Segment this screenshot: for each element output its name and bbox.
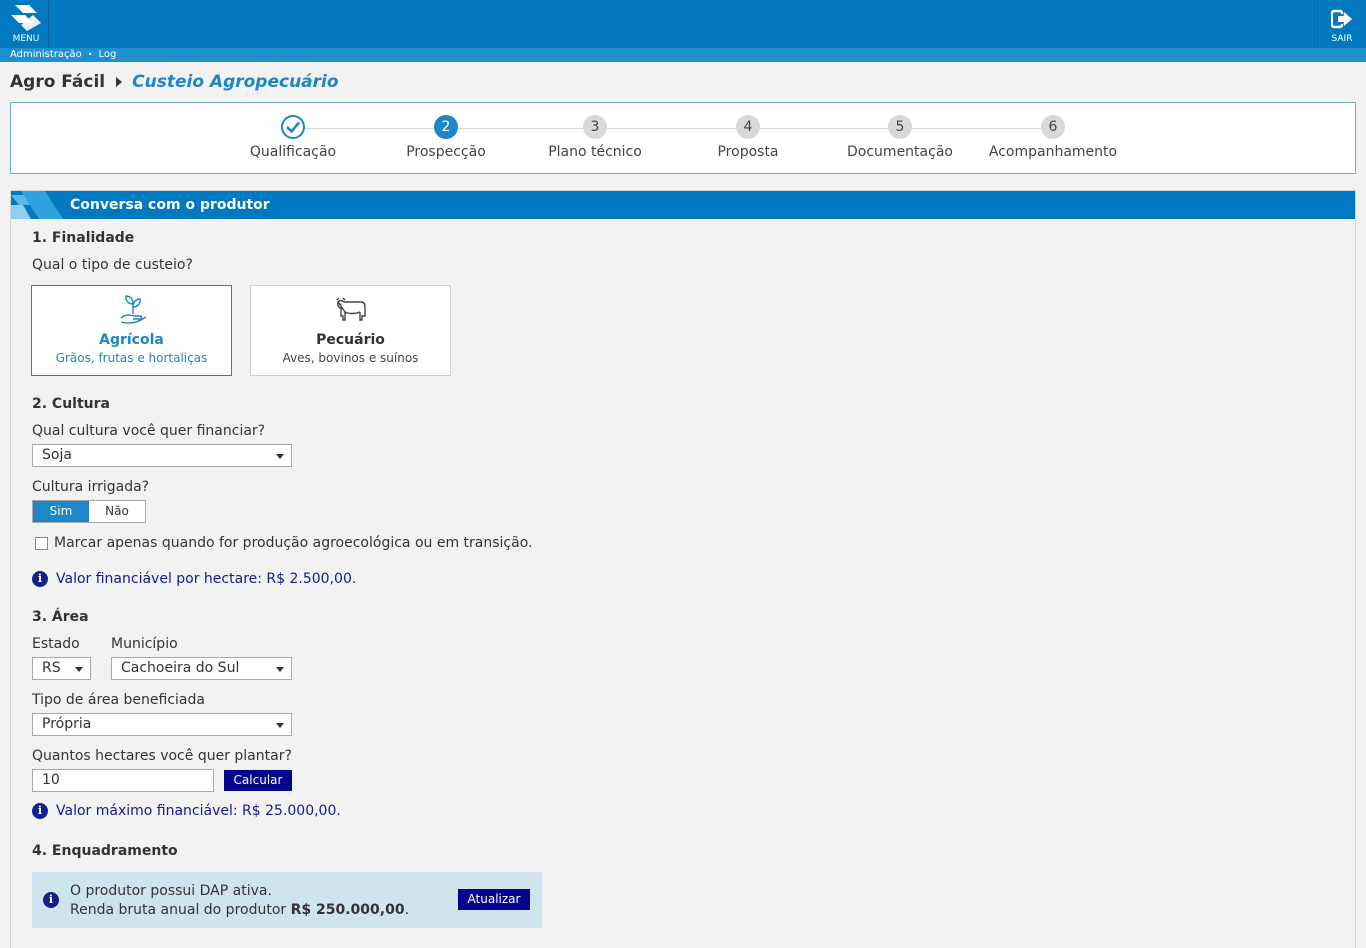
cultura-select-value: Soja	[42, 447, 72, 463]
municipio-label: Município	[111, 636, 178, 652]
chevron-down-icon	[276, 454, 284, 459]
menu-button[interactable]: MENU	[0, 0, 49, 48]
estado-label: Estado	[32, 636, 80, 652]
step-number: 2	[434, 115, 458, 139]
irrigada-question: Cultura irrigada?	[32, 479, 150, 495]
chevron-down-icon	[276, 723, 284, 728]
section-finalidade-title: 1. Finalidade	[32, 230, 135, 246]
agroeco-checkbox[interactable]	[35, 537, 48, 550]
agricola-subtitle: Grãos, frutas e hortaliças	[55, 351, 208, 365]
info-icon: i	[43, 892, 59, 908]
header-decoration-icon	[11, 191, 63, 219]
step-label: Plano técnico	[548, 144, 642, 160]
step-label: Prospecção	[406, 144, 486, 160]
progress-stepper: Qualificação 2 Prospecção 3 Plano técnic…	[10, 102, 1356, 174]
menu-label: MENU	[12, 34, 40, 44]
breadcrumb-separator: •	[87, 50, 93, 59]
section-area-title: 3. Área	[32, 609, 89, 625]
step-number: 6	[1041, 115, 1065, 139]
income-value: R$ 250.000,00	[290, 902, 405, 918]
logout-icon	[1331, 9, 1352, 29]
breadcrumb: Administração • Log	[0, 48, 1366, 62]
agricola-title: Agrícola	[99, 332, 164, 348]
page-title-main: Agro Fácil	[10, 72, 106, 92]
caret-right-icon	[116, 77, 123, 87]
municipio-select-value: Cachoeira do Sul	[121, 660, 240, 676]
step-qualificacao[interactable]: Qualificação	[218, 115, 368, 160]
pecuario-subtitle: Aves, bovinos e suínos	[282, 351, 419, 365]
irrigada-no-option[interactable]: Não	[89, 501, 145, 522]
breadcrumb-item-log[interactable]: Log	[98, 49, 116, 60]
municipio-select[interactable]: Cachoeira do Sul	[111, 657, 292, 680]
cultura-question: Qual cultura você quer financiar?	[32, 423, 266, 439]
estado-select-value: RS	[42, 660, 61, 676]
per-hectare-info-text: Valor financiável por hectare: R$ 2.500,…	[56, 571, 357, 587]
step-proposta[interactable]: 4 Proposta	[673, 115, 823, 160]
step-plano-tecnico[interactable]: 3 Plano técnico	[520, 115, 670, 160]
plant-in-hand-icon	[120, 295, 147, 324]
step-number: 5	[888, 115, 912, 139]
income-suffix: .	[404, 902, 410, 918]
hectares-label: Quantos hectares você quer plantar?	[32, 748, 292, 764]
custeio-question: Qual o tipo de custeio?	[32, 257, 193, 273]
info-icon: i	[32, 571, 48, 587]
page-title-sub: Custeio Agropecuário	[132, 72, 339, 92]
step-number: 3	[583, 115, 607, 139]
agricola-card[interactable]: Agrícola Grãos, frutas e hortaliças	[31, 285, 232, 376]
agroeco-label: Marcar apenas quando for produção agroec…	[54, 535, 533, 551]
pecuario-card[interactable]: Pecuário Aves, bovinos e suínos	[250, 285, 451, 376]
conversation-panel: Conversa com o produtor 1. Finalidade Qu…	[10, 190, 1356, 948]
irrigada-toggle: Sim Não	[32, 500, 146, 523]
section-enquadramento-title: 4. Enquadramento	[32, 843, 178, 859]
section-cultura-title: 2. Cultura	[32, 396, 110, 412]
atualizar-button[interactable]: Atualizar	[458, 889, 530, 910]
info-icon: i	[32, 803, 48, 819]
cultura-select[interactable]: Soja	[32, 444, 292, 467]
enquadramento-alert: i O produtor possui DAP ativa. Renda bru…	[32, 872, 542, 928]
income-text: Renda bruta anual do produtor R$ 250.000…	[70, 902, 409, 918]
step-documentacao[interactable]: 5 Documentação	[825, 115, 975, 160]
chevron-down-icon	[75, 667, 83, 672]
step-label: Qualificação	[249, 144, 337, 160]
per-hectare-info: i Valor financiável por hectare: R$ 2.50…	[32, 571, 356, 587]
step-acompanhamento[interactable]: 6 Acompanhamento	[978, 115, 1128, 160]
step-label: Proposta	[717, 144, 779, 160]
calcular-button[interactable]: Calcular	[224, 770, 292, 791]
hectares-input[interactable]: 10	[32, 769, 214, 792]
step-label: Documentação	[847, 144, 953, 160]
cow-icon	[336, 297, 366, 321]
check-icon	[281, 115, 305, 139]
panel-header: Conversa com o produtor	[11, 191, 1355, 219]
area-type-select-value: Própria	[42, 716, 92, 732]
step-label: Acompanhamento	[988, 144, 1118, 160]
top-bar: MENU SAIR	[0, 0, 1366, 48]
panel-title: Conversa com o produtor	[70, 197, 270, 213]
area-type-label: Tipo de área beneficiada	[32, 692, 205, 708]
max-value-info: i Valor máximo financiável: R$ 25.000,00…	[32, 803, 341, 819]
exit-label: SAIR	[1331, 34, 1353, 44]
max-value-info-text: Valor máximo financiável: R$ 25.000,00.	[56, 803, 341, 819]
irrigada-yes-option[interactable]: Sim	[33, 501, 89, 522]
bank-logo-icon	[11, 5, 41, 31]
area-type-select[interactable]: Própria	[32, 713, 292, 736]
dap-status-text: O produtor possui DAP ativa.	[70, 883, 272, 899]
step-prospeccao[interactable]: 2 Prospecção	[371, 115, 521, 160]
chevron-down-icon	[276, 667, 284, 672]
income-prefix: Renda bruta anual do produtor	[70, 902, 291, 918]
exit-button[interactable]: SAIR	[1317, 0, 1366, 48]
breadcrumb-item-administracao[interactable]: Administração	[10, 49, 82, 60]
pecuario-title: Pecuário	[316, 332, 385, 348]
estado-select[interactable]: RS	[32, 657, 91, 680]
step-number: 4	[736, 115, 760, 139]
page-title: Agro Fácil Custeio Agropecuário	[10, 72, 339, 92]
